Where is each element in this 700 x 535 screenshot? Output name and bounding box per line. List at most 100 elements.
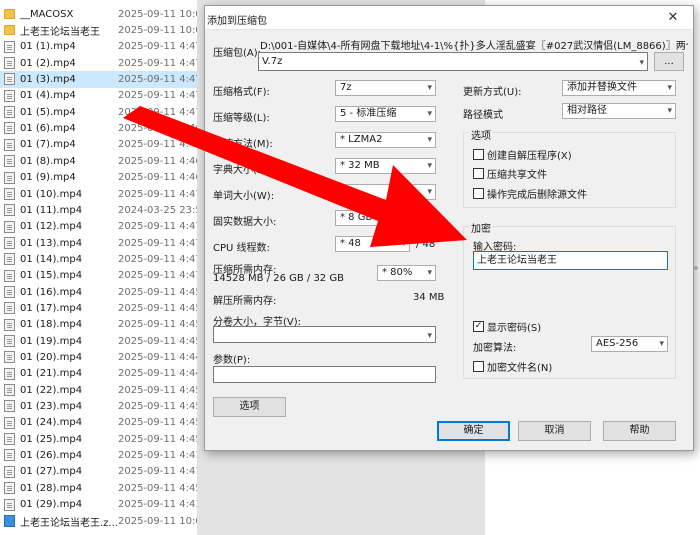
file-name: 01 (21).mp4 xyxy=(20,368,83,380)
file-date: 2025-09-11 10:05 xyxy=(118,8,209,20)
zip-file-icon xyxy=(4,514,15,527)
video-file-icon xyxy=(4,335,15,347)
checkbox-box xyxy=(473,168,484,179)
word-select[interactable]: ▾ xyxy=(335,184,436,200)
update-select[interactable]: 添加并替换文件 ▾ xyxy=(562,80,676,96)
dict-value: * 32 MB xyxy=(340,160,380,171)
mem-decomp-label: 解压所需内存: xyxy=(213,296,277,307)
file-name: 01 (1).mp4 xyxy=(20,41,76,53)
params-label: 参数(P): xyxy=(213,355,251,366)
split-size-combobox[interactable]: ▾ xyxy=(213,326,436,343)
shared-checkbox[interactable]: 压缩共享文件 xyxy=(473,166,547,181)
file-date: 2025-09-11 4:45 xyxy=(118,384,202,396)
file-date: 2025-09-11 4:45 xyxy=(118,319,202,331)
method-value: * LZMA2 xyxy=(340,134,383,145)
video-file-icon xyxy=(4,40,15,53)
checkbox-box xyxy=(473,188,484,199)
file-date: 2025-09-11 4:47 xyxy=(118,270,202,282)
video-file-icon xyxy=(4,138,15,151)
show-password-checkbox[interactable]: 显示密码(S) xyxy=(473,319,541,334)
path-mode-select[interactable]: 相对路径 ▾ xyxy=(562,103,676,119)
chevron-down-icon: ▾ xyxy=(667,106,672,116)
sfx-checkbox[interactable]: 创建自解压程序(X) xyxy=(473,147,572,162)
file-name: 01 (10).mp4 xyxy=(20,188,83,200)
file-name: 上老王论坛当老王 xyxy=(20,27,100,39)
path-mode-value: 相对路径 xyxy=(567,105,607,116)
solid-select[interactable]: * 8 GB ▾ xyxy=(335,210,436,226)
video-file-icon xyxy=(4,122,15,135)
file-date: 2025-09-11 4:47 xyxy=(118,57,202,69)
file-date: 2025-09-11 4:41 xyxy=(118,450,202,462)
cpu-select[interactable]: * 48 ▾ xyxy=(335,236,410,252)
file-date: 2025-09-11 4:46 xyxy=(118,172,202,184)
file-name: 01 (17).mp4 xyxy=(20,302,83,314)
archive-label: 压缩包(A): xyxy=(213,48,262,59)
video-file-icon xyxy=(4,482,15,495)
params-input[interactable] xyxy=(213,366,436,383)
encrypt-names-checkbox[interactable]: 加密文件名(N) xyxy=(473,359,552,374)
file-date: 2025-09-11 4:45 xyxy=(118,482,202,494)
close-icon[interactable]: ✕ xyxy=(653,6,693,30)
file-date: 2025-09-11 10:05 xyxy=(118,515,209,527)
chevron-down-icon: ▾ xyxy=(427,83,432,93)
archive-name-combobox[interactable]: V.7z ▾ xyxy=(258,52,648,71)
level-select[interactable]: 5 - 标准压缩 ▾ xyxy=(335,106,436,122)
delete-source-checkbox[interactable]: 操作完成后删除源文件 xyxy=(473,186,587,201)
file-date: 2025-09-11 4:45 xyxy=(118,335,202,347)
file-name: 01 (8).mp4 xyxy=(20,155,76,167)
video-file-icon xyxy=(4,89,15,102)
enc-method-value: AES-256 xyxy=(596,338,639,349)
video-file-icon xyxy=(4,285,15,298)
file-date: 2025-09-11 4:47 xyxy=(118,90,202,102)
file-name: 上老王论坛当老王.z... xyxy=(20,517,118,529)
format-select[interactable]: 7z ▾ xyxy=(335,80,436,96)
mem-percent-value: * 80% xyxy=(382,267,413,278)
cancel-button[interactable]: 取消 xyxy=(518,421,591,441)
file-date: 2025-09-11 4:45 xyxy=(118,286,202,298)
sfx-label: 创建自解压程序(X) xyxy=(487,151,572,162)
file-date: 2025-09-11 4:46 xyxy=(118,139,202,151)
video-file-icon xyxy=(4,155,15,168)
video-file-icon xyxy=(4,318,15,331)
solid-label: 固实数据大小: xyxy=(213,217,277,228)
file-name: 01 (23).mp4 xyxy=(20,401,83,413)
method-select[interactable]: * LZMA2 ▾ xyxy=(335,132,436,148)
options-button[interactable]: 选项 xyxy=(213,397,286,417)
video-file-icon xyxy=(4,384,15,397)
video-file-icon xyxy=(4,253,15,266)
level-label: 压缩等级(L): xyxy=(213,113,270,124)
password-input[interactable]: 上老王论坛当老王 xyxy=(473,251,668,270)
chevron-down-icon: ▾ xyxy=(667,83,672,93)
file-name: 01 (24).mp4 xyxy=(20,417,83,429)
mem-percent-select[interactable]: * 80% ▾ xyxy=(377,265,436,281)
archive-name-value: V.7z xyxy=(262,56,283,67)
video-file-icon xyxy=(4,351,15,364)
chevron-down-icon[interactable]: ▾ xyxy=(639,55,644,70)
file-date: 2025-09-11 4:44 xyxy=(118,352,202,364)
dict-select[interactable]: * 32 MB ▾ xyxy=(335,158,436,174)
ok-button[interactable]: 确定 xyxy=(437,421,510,441)
path-mode-label: 路径模式 xyxy=(463,110,503,121)
solid-value: * 8 GB xyxy=(340,212,373,223)
mem-decomp-value: 34 MB xyxy=(413,292,445,303)
file-name: 01 (26).mp4 xyxy=(20,450,83,462)
format-label: 压缩格式(F): xyxy=(213,87,270,98)
file-name: 01 (6).mp4 xyxy=(20,123,76,135)
checkbox-box xyxy=(473,361,484,372)
folder-icon xyxy=(4,25,15,36)
mem-comp-detail: 14528 MB / 26 GB / 32 GB xyxy=(213,273,344,284)
enc-method-select[interactable]: AES-256 ▾ xyxy=(591,336,668,352)
video-file-icon xyxy=(4,400,15,413)
video-file-icon xyxy=(4,302,15,315)
file-name: 01 (25).mp4 xyxy=(20,433,83,445)
encrypt-names-label: 加密文件名(N) xyxy=(487,363,553,374)
video-file-icon xyxy=(4,416,15,429)
video-file-icon xyxy=(4,367,15,380)
browse-button[interactable]: ... xyxy=(654,52,684,71)
file-date: 2025-09-11 4:44 xyxy=(118,368,202,380)
help-button[interactable]: 帮助 xyxy=(603,421,676,441)
file-name: __MACOSX xyxy=(20,8,74,20)
video-file-icon xyxy=(4,57,15,70)
video-file-icon xyxy=(4,269,15,282)
checkbox-box xyxy=(473,149,484,160)
